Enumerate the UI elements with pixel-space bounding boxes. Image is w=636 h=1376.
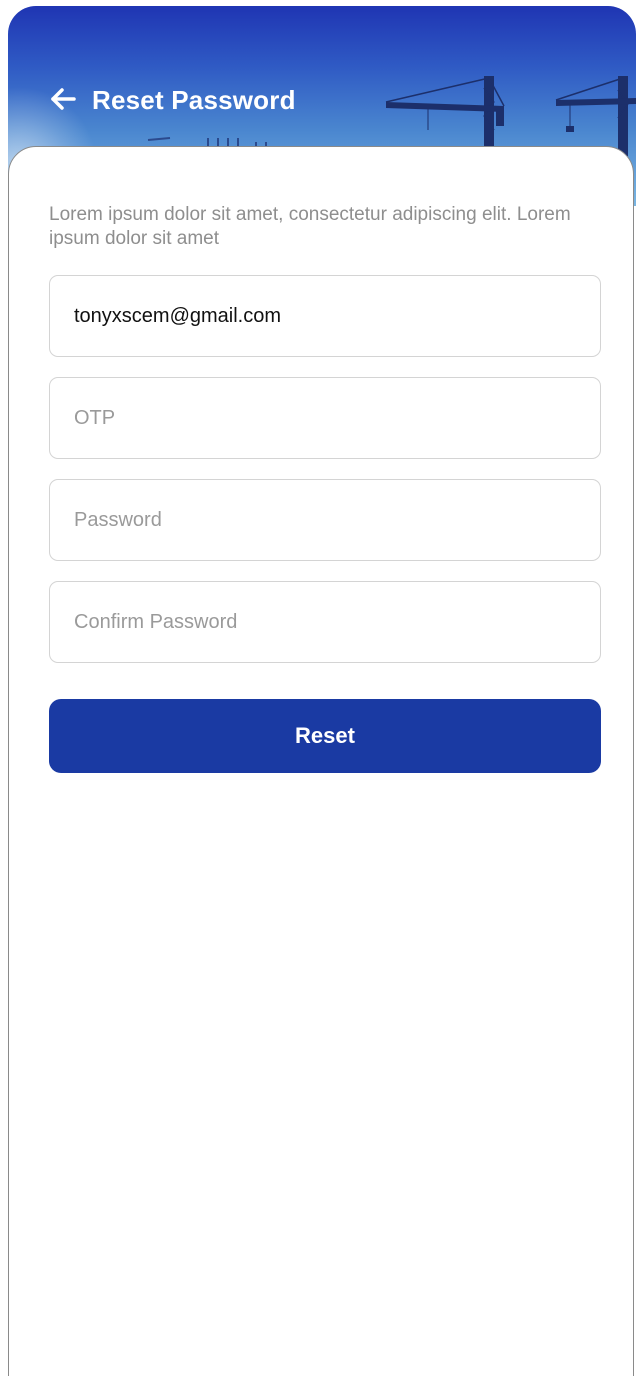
otp-field[interactable] bbox=[49, 377, 601, 459]
back-button[interactable] bbox=[48, 84, 78, 114]
arrow-left-icon bbox=[51, 88, 76, 110]
email-field[interactable] bbox=[49, 275, 601, 357]
password-field[interactable] bbox=[49, 479, 601, 561]
form-description: Lorem ipsum dolor sit amet, consectetur … bbox=[49, 204, 571, 249]
reset-password-form: Lorem ipsum dolor sit amet, consectetur … bbox=[8, 146, 634, 1376]
reset-button[interactable]: Reset bbox=[49, 699, 601, 773]
confirm-password-field[interactable] bbox=[49, 581, 601, 663]
screen: Reset Password Lorem ipsum dolor sit ame… bbox=[0, 0, 636, 1376]
page-title: Reset Password bbox=[92, 85, 296, 115]
